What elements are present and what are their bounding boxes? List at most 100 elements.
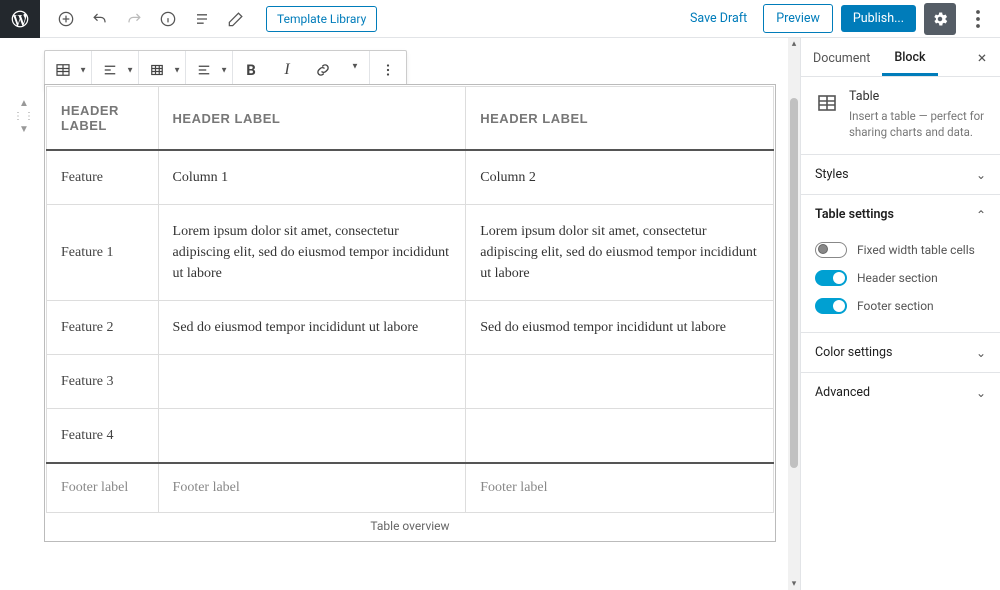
toggle-label: Footer section	[857, 299, 934, 313]
panel-styles: Styles ⌄	[801, 155, 1000, 195]
table-footer-cell[interactable]: Footer label	[466, 463, 774, 513]
align-button[interactable]: ▼	[92, 61, 138, 79]
table-cell[interactable]	[466, 409, 774, 464]
table-cell[interactable]: Feature 3	[47, 355, 159, 409]
panel-styles-header[interactable]: Styles ⌄	[801, 155, 1000, 194]
toggle-header-section-row: Header section	[815, 264, 986, 292]
toggle-footer-section-row: Footer section	[815, 292, 986, 320]
chevron-down-icon: ▼	[173, 66, 181, 75]
chevron-up-icon: ⌃	[976, 208, 986, 222]
table-cell[interactable]: Lorem ipsum dolor sit amet, consectetur …	[466, 205, 774, 301]
table-row[interactable]: Feature 2 Sed do eiusmod tempor incididu…	[47, 301, 774, 355]
undo-icon[interactable]	[86, 5, 114, 33]
toggle-fixed-width[interactable]	[815, 242, 847, 258]
table-header-cell[interactable]: HEADER LABEL	[158, 87, 466, 151]
wordpress-logo[interactable]	[0, 0, 40, 38]
table-footer-row[interactable]: Footer label Footer label Footer label	[47, 463, 774, 513]
editor-scrollbar[interactable]: ▴ ▾	[788, 38, 800, 590]
block-title: Table	[849, 89, 986, 104]
bold-button[interactable]: B	[233, 61, 269, 79]
scroll-up-icon[interactable]: ▴	[788, 38, 800, 50]
table-row[interactable]: Feature 3	[47, 355, 774, 409]
block-more-options-icon[interactable]	[370, 61, 406, 79]
table-block-icon[interactable]: ▼	[45, 61, 91, 79]
move-up-icon[interactable]: ▲	[19, 98, 29, 109]
table-cell[interactable]: Feature	[47, 150, 159, 205]
table-caption[interactable]: Table overview	[46, 513, 774, 541]
italic-button[interactable]: I	[269, 61, 305, 79]
table-cell[interactable]: Column 2	[466, 150, 774, 205]
column-align-button[interactable]: ▼	[186, 61, 232, 79]
editor-column: ▲ ⋮⋮ ▼ ▼ ▼ ▼	[0, 38, 788, 590]
table-footer-cell[interactable]: Footer label	[158, 463, 466, 513]
table-icon	[815, 91, 839, 115]
panel-table-settings: Table settings ⌃ Fixed width table cells…	[801, 195, 1000, 333]
panel-table-settings-body: Fixed width table cells Header section F…	[801, 234, 1000, 332]
table-footer-cell[interactable]: Footer label	[47, 463, 159, 513]
chevron-down-icon: ⌄	[976, 346, 986, 360]
panel-label: Advanced	[815, 385, 870, 400]
table-cell[interactable]: Feature 4	[47, 409, 159, 464]
add-block-icon[interactable]	[52, 5, 80, 33]
toggle-footer-section[interactable]	[815, 298, 847, 314]
drag-handle-icon[interactable]: ⋮⋮	[13, 111, 35, 122]
table-cell[interactable]	[158, 355, 466, 409]
toggle-fixed-width-row: Fixed width table cells	[815, 236, 986, 264]
chevron-down-icon: ▼	[79, 66, 87, 75]
panel-label: Color settings	[815, 345, 892, 360]
panel-label: Table settings	[815, 207, 894, 222]
tab-document[interactable]: Document	[801, 39, 882, 76]
scroll-down-icon[interactable]: ▾	[788, 578, 800, 590]
table-edit-button[interactable]: ▼	[139, 61, 185, 79]
publish-button[interactable]: Publish...	[841, 5, 916, 32]
topbar-right: Save Draft Preview Publish...	[682, 3, 1000, 35]
block-description: Insert a table — perfect for sharing cha…	[849, 108, 986, 140]
preview-button[interactable]: Preview	[763, 4, 833, 33]
close-sidebar-icon[interactable]: ×	[964, 48, 1000, 67]
table-cell[interactable]: Column 1	[158, 150, 466, 205]
chevron-down-icon: ⌄	[976, 386, 986, 400]
chevron-down-icon: ▼	[351, 61, 359, 70]
panel-advanced-header[interactable]: Advanced ⌄	[801, 373, 1000, 412]
panel-label: Styles	[815, 167, 849, 182]
more-options-icon[interactable]	[964, 3, 992, 35]
info-icon[interactable]	[154, 5, 182, 33]
main-area: ▲ ⋮⋮ ▼ ▼ ▼ ▼	[0, 38, 1000, 590]
block-info: Table Insert a table — perfect for shari…	[801, 77, 1000, 155]
editor-topbar: Template Library Save Draft Preview Publ…	[0, 0, 1000, 38]
topbar-left: Template Library	[40, 5, 377, 33]
table-row[interactable]: Feature Column 1 Column 2	[47, 150, 774, 205]
more-rich-text-button[interactable]: ▼	[341, 66, 369, 75]
table-cell[interactable]: Lorem ipsum dolor sit amet, consectetur …	[158, 205, 466, 301]
table-cell[interactable]	[466, 355, 774, 409]
settings-button[interactable]	[924, 3, 956, 35]
panel-color-settings-header[interactable]: Color settings ⌄	[801, 333, 1000, 372]
panel-color-settings: Color settings ⌄	[801, 333, 1000, 373]
redo-icon	[120, 5, 148, 33]
chevron-down-icon: ⌄	[976, 168, 986, 182]
template-library-button[interactable]: Template Library	[266, 6, 377, 32]
toggle-label: Fixed width table cells	[857, 243, 975, 257]
toggle-header-section[interactable]	[815, 270, 847, 286]
panel-table-settings-header[interactable]: Table settings ⌃	[801, 195, 1000, 234]
table-cell[interactable]	[158, 409, 466, 464]
table-header-row[interactable]: HEADER LABEL HEADER LABEL HEADER LABEL	[47, 87, 774, 151]
table-cell[interactable]: Sed do eiusmod tempor incididunt ut labo…	[466, 301, 774, 355]
table-cell[interactable]: Sed do eiusmod tempor incididunt ut labo…	[158, 301, 466, 355]
scroll-thumb[interactable]	[790, 98, 798, 468]
table[interactable]: HEADER LABEL HEADER LABEL HEADER LABEL F…	[46, 86, 774, 513]
table-cell[interactable]: Feature 2	[47, 301, 159, 355]
table-cell[interactable]: Feature 1	[47, 205, 159, 301]
edit-icon[interactable]	[222, 5, 250, 33]
outline-icon[interactable]	[188, 5, 216, 33]
table-header-cell[interactable]: HEADER LABEL	[47, 87, 159, 151]
table-block[interactable]: HEADER LABEL HEADER LABEL HEADER LABEL F…	[44, 84, 776, 542]
table-header-cell[interactable]: HEADER LABEL	[466, 87, 774, 151]
tab-block[interactable]: Block	[882, 38, 937, 76]
save-draft-button[interactable]: Save Draft	[682, 5, 755, 32]
link-button[interactable]	[305, 61, 341, 79]
settings-sidebar: Document Block × Table Insert a table — …	[800, 38, 1000, 590]
table-row[interactable]: Feature 4	[47, 409, 774, 464]
table-row[interactable]: Feature 1 Lorem ipsum dolor sit amet, co…	[47, 205, 774, 301]
move-down-icon[interactable]: ▼	[19, 124, 29, 135]
